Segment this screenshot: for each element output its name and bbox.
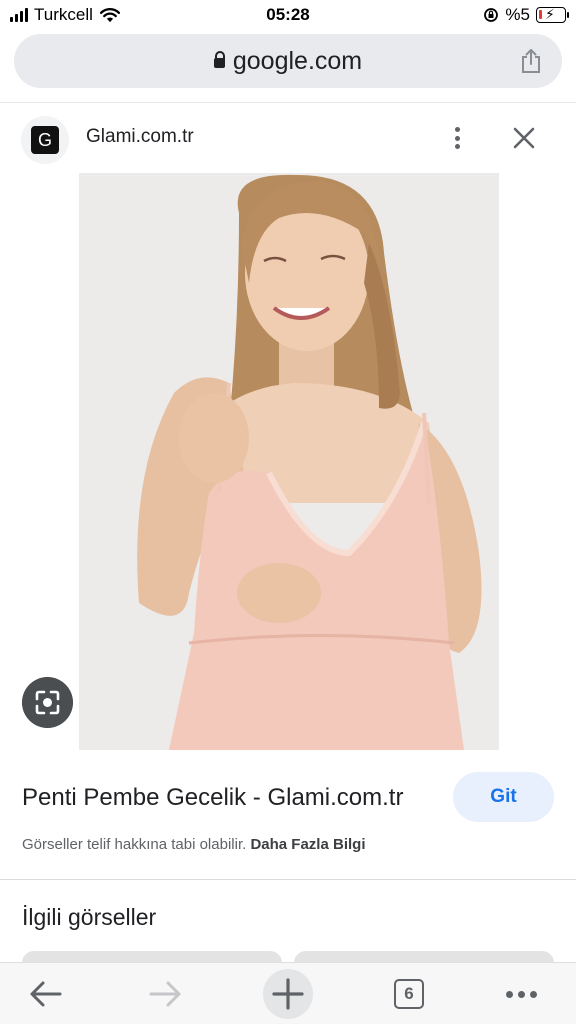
orientation-lock-icon xyxy=(484,8,499,22)
battery-percentage: %5 xyxy=(505,5,530,24)
go-button[interactable]: Git xyxy=(453,772,554,822)
tabs-icon: 6 xyxy=(394,979,424,1009)
plus-icon xyxy=(263,969,313,1019)
site-favicon[interactable]: G xyxy=(21,116,69,164)
close-icon[interactable] xyxy=(511,125,537,151)
more-info-link[interactable]: Daha Fazla Bilgi xyxy=(250,836,365,853)
more-horiz-icon xyxy=(505,990,537,998)
forward-button[interactable] xyxy=(143,971,189,1017)
back-icon xyxy=(30,981,62,1007)
url-text: google.com xyxy=(14,47,562,76)
forward-icon xyxy=(149,981,181,1007)
status-bar: Turkcell 05:28 %5 ⚡ xyxy=(0,0,576,30)
tabs-button[interactable]: 6 xyxy=(386,971,432,1017)
source-site-name[interactable]: Glami.com.tr xyxy=(86,126,194,148)
top-divider xyxy=(0,102,576,103)
url-domain: google.com xyxy=(232,47,363,75)
copyright-text: Görseller telif hakkına tabi olabilir. xyxy=(22,836,247,853)
product-photo xyxy=(79,173,499,750)
more-vert-icon[interactable] xyxy=(447,123,467,153)
favicon-letter: G xyxy=(31,126,59,154)
result-title[interactable]: Penti Pembe Gecelik - Glami.com.tr xyxy=(22,784,403,812)
battery-icon: ⚡ xyxy=(536,6,569,23)
url-bar[interactable]: google.com xyxy=(14,34,562,88)
lock-icon xyxy=(213,51,225,68)
preview-image[interactable] xyxy=(79,173,499,750)
section-divider xyxy=(0,879,576,880)
status-right: %5 ⚡ xyxy=(483,5,569,25)
new-tab-button[interactable] xyxy=(263,969,313,1019)
copyright-notice: Görseller telif hakkına tabi olabilir. D… xyxy=(22,836,365,853)
bottom-toolbar: 6 xyxy=(0,962,576,1024)
more-menu-button[interactable] xyxy=(498,971,544,1017)
back-button[interactable] xyxy=(22,971,68,1017)
source-row: G Glami.com.tr xyxy=(0,110,576,166)
share-icon[interactable] xyxy=(520,48,542,74)
lens-icon[interactable] xyxy=(22,677,73,728)
related-images-heading: İlgili görseller xyxy=(22,904,157,930)
